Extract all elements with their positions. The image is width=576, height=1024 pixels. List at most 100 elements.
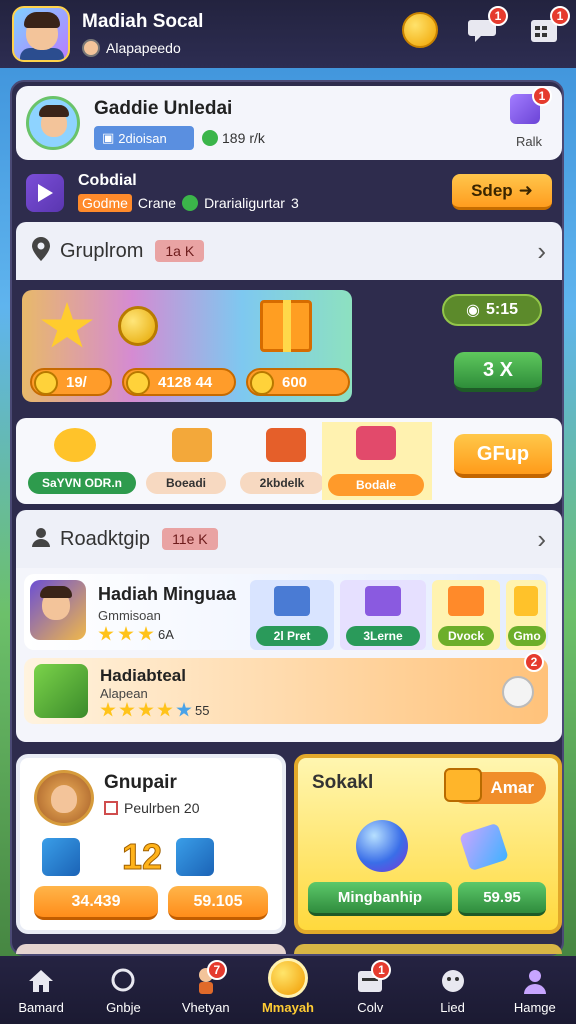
app-subtitle: Alapapeedo [106, 40, 181, 56]
amar-pill[interactable]: Amar [444, 768, 546, 804]
group-section-chip: 1a K [155, 240, 205, 262]
coin-icon [250, 371, 274, 395]
reward-pill-2[interactable]: 4128 44 [122, 368, 236, 396]
group-pill-2[interactable]: 59.105 [168, 886, 268, 920]
nav-rewards[interactable]: Mmayah [247, 956, 329, 1024]
list-item-subtitle: Alapean [100, 686, 148, 701]
shop-pill-left[interactable]: Mingbanhip [308, 882, 452, 916]
profile-score: 189 r/k [202, 130, 265, 146]
monitor-icon [274, 586, 310, 616]
star-icon [41, 302, 93, 348]
reward-pill-3[interactable]: 600 [246, 368, 350, 396]
gfup-button[interactable]: GFup [454, 434, 552, 478]
book-icon [172, 428, 212, 462]
home-icon [26, 966, 56, 996]
location-pin-icon [32, 236, 50, 266]
list-item-title: Hadiah Minguaa [98, 584, 237, 604]
cash-register-icon [356, 426, 396, 460]
list-item[interactable]: Hadiabteal Alapean 55 2 [24, 652, 548, 724]
gem-badge: 1 [532, 86, 552, 106]
box-icon [266, 428, 306, 462]
tile-box[interactable]: 2kbdelk [236, 424, 332, 498]
event-title: Cobdial [78, 172, 137, 189]
star-icon [138, 626, 154, 641]
mini-tile-gift[interactable]: Dvock [432, 580, 500, 650]
ranking-section-chip: 11e K [162, 528, 218, 550]
gift-icon [448, 586, 484, 616]
shop-card-title: Sokakl [312, 772, 374, 793]
ranking-section-header[interactable]: Roadktgip 11e K › [16, 510, 562, 568]
app-title: Madiah Socal [82, 11, 204, 32]
group-card-title: Gnupair [104, 772, 177, 793]
medal-icon [118, 306, 158, 346]
tiles-row: SaYVN ODR.n Boeadi 2kbdelk Bodale GFup [16, 418, 562, 504]
chevron-right-icon[interactable]: › [537, 236, 546, 267]
main-panel: Gaddie Unledai ▣ 2dioisan 189 r/k 1 Ralk… [10, 80, 564, 956]
arrow-right-icon: ➜ [518, 180, 533, 200]
nav-calendar[interactable]: Colv 1 [329, 956, 411, 1024]
nav-home[interactable]: Bamard [0, 956, 82, 1024]
tile-gears[interactable]: SaYVN ODR.n [24, 424, 136, 498]
chest-icon [444, 768, 482, 802]
gift-icon [260, 300, 312, 352]
ranking-list: Hadiah Minguaa Gmmisoan 6A 2l Pret 3Lern… [16, 568, 562, 742]
reward-pill-1[interactable]: 19/ [30, 368, 112, 396]
nav-chat[interactable]: Gnbje [82, 956, 164, 1024]
nav-messages[interactable]: Lied [411, 956, 493, 1024]
star-icon [118, 626, 134, 641]
event-text-c: 3 [290, 195, 299, 211]
star-icon [98, 626, 114, 641]
rewards-banner[interactable]: 19/ 4128 44 600 [22, 290, 352, 402]
cube-icon [176, 838, 214, 876]
score-icon [202, 130, 218, 146]
group-section-title: Gruplrom [60, 239, 144, 262]
cube-icon [42, 838, 80, 876]
list-item-subtitle: Gmmisoan [98, 608, 161, 623]
list-item[interactable]: Hadiah Minguaa Gmmisoan 6A 2l Pret 3Lern… [24, 574, 548, 650]
id-card-icon: ▣ [102, 130, 115, 145]
player-avatar[interactable] [12, 6, 70, 62]
options-button[interactable] [502, 676, 534, 708]
group-card[interactable]: Gnupair Peulrben 20 12 34.439 59.105 [16, 754, 286, 934]
step-button[interactable]: Sdep ➜ [452, 174, 552, 210]
profile-card[interactable]: Gaddie Unledai ▣ 2dioisan 189 r/k 1 Ralk [16, 86, 562, 160]
shop-card[interactable]: Sokakl Amar Mingbanhip 59.95 [294, 754, 562, 934]
gear-coin-icon [34, 371, 58, 395]
event-text-a: Crane [137, 195, 177, 211]
calendar-icon [104, 801, 118, 815]
profile-avatar[interactable] [26, 96, 80, 150]
bottom-nav: Bamard Gnbje Vhetyan 7 Mmayah Colv 1 Lie… [0, 956, 576, 1024]
group-pill-1[interactable]: 34.439 [34, 886, 158, 920]
chevron-right-icon[interactable]: › [537, 524, 546, 555]
level-chip: ▣ 2dioisan [94, 126, 194, 150]
nav-profile[interactable]: Hamge [494, 956, 576, 1024]
tile-book[interactable]: Boeadi [142, 424, 238, 498]
header-title-block: Madiah Socal Alapapeedo [82, 11, 203, 57]
shop-pill-right[interactable]: 59.95 [458, 882, 546, 916]
notification-badge: 1 [550, 6, 570, 26]
gem-icon[interactable]: 1 [510, 86, 552, 124]
coin-icon[interactable] [402, 12, 438, 48]
lightning-coin-icon [267, 957, 308, 998]
status-icon [182, 195, 199, 211]
mini-tile-monitor[interactable]: 2l Pret [250, 580, 334, 650]
chat-icon [108, 966, 138, 996]
notification-button[interactable]: 1 [526, 6, 570, 48]
list-item-meta: 55 [100, 702, 209, 718]
nav-friends[interactable]: Vhetyan 7 [165, 956, 247, 1024]
list-item-meta: 6A [98, 626, 174, 642]
mini-tile-trophy[interactable]: Gmo [506, 580, 546, 650]
chat-button[interactable]: 1 [464, 6, 508, 48]
multiplier-button[interactable]: 3 X [454, 352, 542, 392]
group-section-header[interactable]: Gruplrom 1a K › [16, 222, 562, 280]
timer-pill: ◉ 5:15 [442, 294, 542, 326]
gem-label: Ralk [515, 134, 542, 149]
play-icon[interactable] [26, 174, 64, 212]
group-card-subtitle: Peulrben 20 [104, 800, 200, 816]
event-row: Cobdial Godme Crane Drarialigurtar 3 Sde… [16, 168, 562, 218]
chat-badge: 1 [488, 6, 508, 26]
mini-tile-cube[interactable]: 3Lerne [340, 580, 426, 650]
cube-icon [365, 586, 401, 616]
event-chip: Godme [78, 194, 132, 212]
tile-cashbox[interactable]: Bodale [322, 422, 432, 500]
